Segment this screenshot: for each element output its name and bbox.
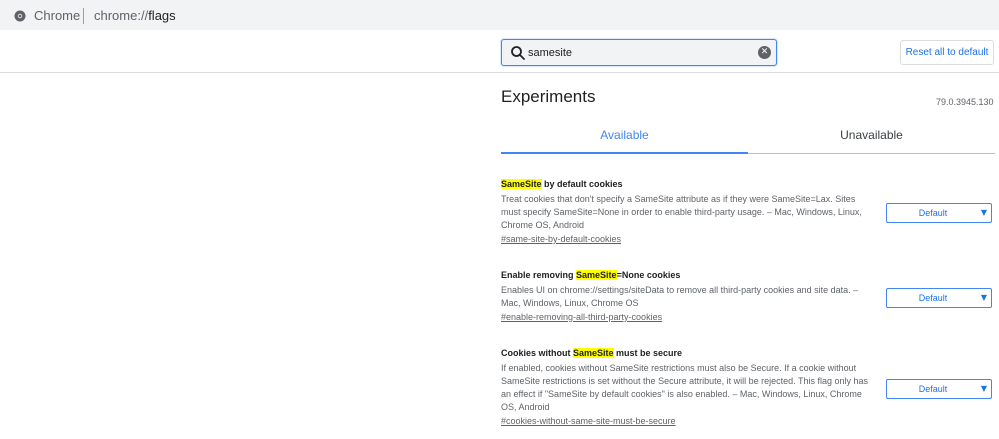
select-value: Default: [918, 208, 948, 218]
tab-unavailable[interactable]: Unavailable: [748, 128, 995, 154]
clear-search-icon[interactable]: ✕: [758, 46, 771, 59]
dropdown-arrow-icon: ▼: [980, 208, 987, 217]
experiment-description: Enables UI on chrome://settings/siteData…: [501, 285, 859, 308]
page-title: Experiments: [501, 87, 596, 106]
chrome-icon: [14, 10, 26, 22]
dropdown-arrow-icon: ▼: [980, 293, 987, 302]
search-highlight: SameSite: [576, 270, 617, 280]
experiment-name: Enable removing SameSite=None cookies: [501, 270, 681, 280]
site-chip: Chrome: [34, 8, 81, 23]
search-input[interactable]: [528, 45, 748, 61]
browser-toolbar: Chrome chrome://flags: [0, 0, 999, 30]
tab-available[interactable]: Available: [501, 128, 748, 154]
select-value: Default: [918, 384, 948, 394]
omnibox[interactable]: Chrome chrome://flags: [0, 0, 999, 30]
experiment-description: If enabled, cookies without SameSite res…: [501, 363, 869, 412]
omnibox-divider: [83, 8, 84, 24]
experiment-item: Enable removing SameSite=None cookies En…: [501, 270, 995, 322]
experiment-description: Treat cookies that don't specify a SameS…: [501, 194, 862, 230]
flags-header: [0, 34, 999, 73]
experiment-select[interactable]: Default ▼: [886, 288, 992, 308]
url-text[interactable]: chrome://flags: [94, 8, 176, 23]
url-scheme: chrome://: [94, 8, 149, 23]
experiment-item: Cookies without SameSite must be secure …: [501, 348, 995, 426]
version-label: 79.0.3945.130: [936, 97, 994, 107]
search-highlight: SameSite: [573, 348, 614, 358]
experiment-item: SameSite by default cookies Treat cookie…: [501, 179, 995, 244]
search-box[interactable]: ✕: [501, 39, 777, 66]
experiment-name: Cookies without SameSite must be secure: [501, 348, 683, 358]
reset-all-button[interactable]: Reset all to default: [900, 40, 994, 65]
search-icon: [511, 46, 525, 60]
experiment-name: SameSite by default cookies: [501, 179, 623, 189]
url-path: flags: [148, 8, 176, 23]
experiment-link[interactable]: #cookies-without-same-site-must-be-secur…: [501, 416, 676, 426]
experiment-link[interactable]: #enable-removing-all-third-party-cookies: [501, 312, 662, 322]
search-highlight: SameSite: [501, 179, 542, 189]
dropdown-arrow-icon: ▼: [980, 384, 987, 393]
experiment-link[interactable]: #same-site-by-default-cookies: [501, 234, 621, 244]
select-value: Default: [918, 293, 948, 303]
experiment-select[interactable]: Default ▼: [886, 203, 992, 223]
experiment-select[interactable]: Default ▼: [886, 379, 992, 399]
